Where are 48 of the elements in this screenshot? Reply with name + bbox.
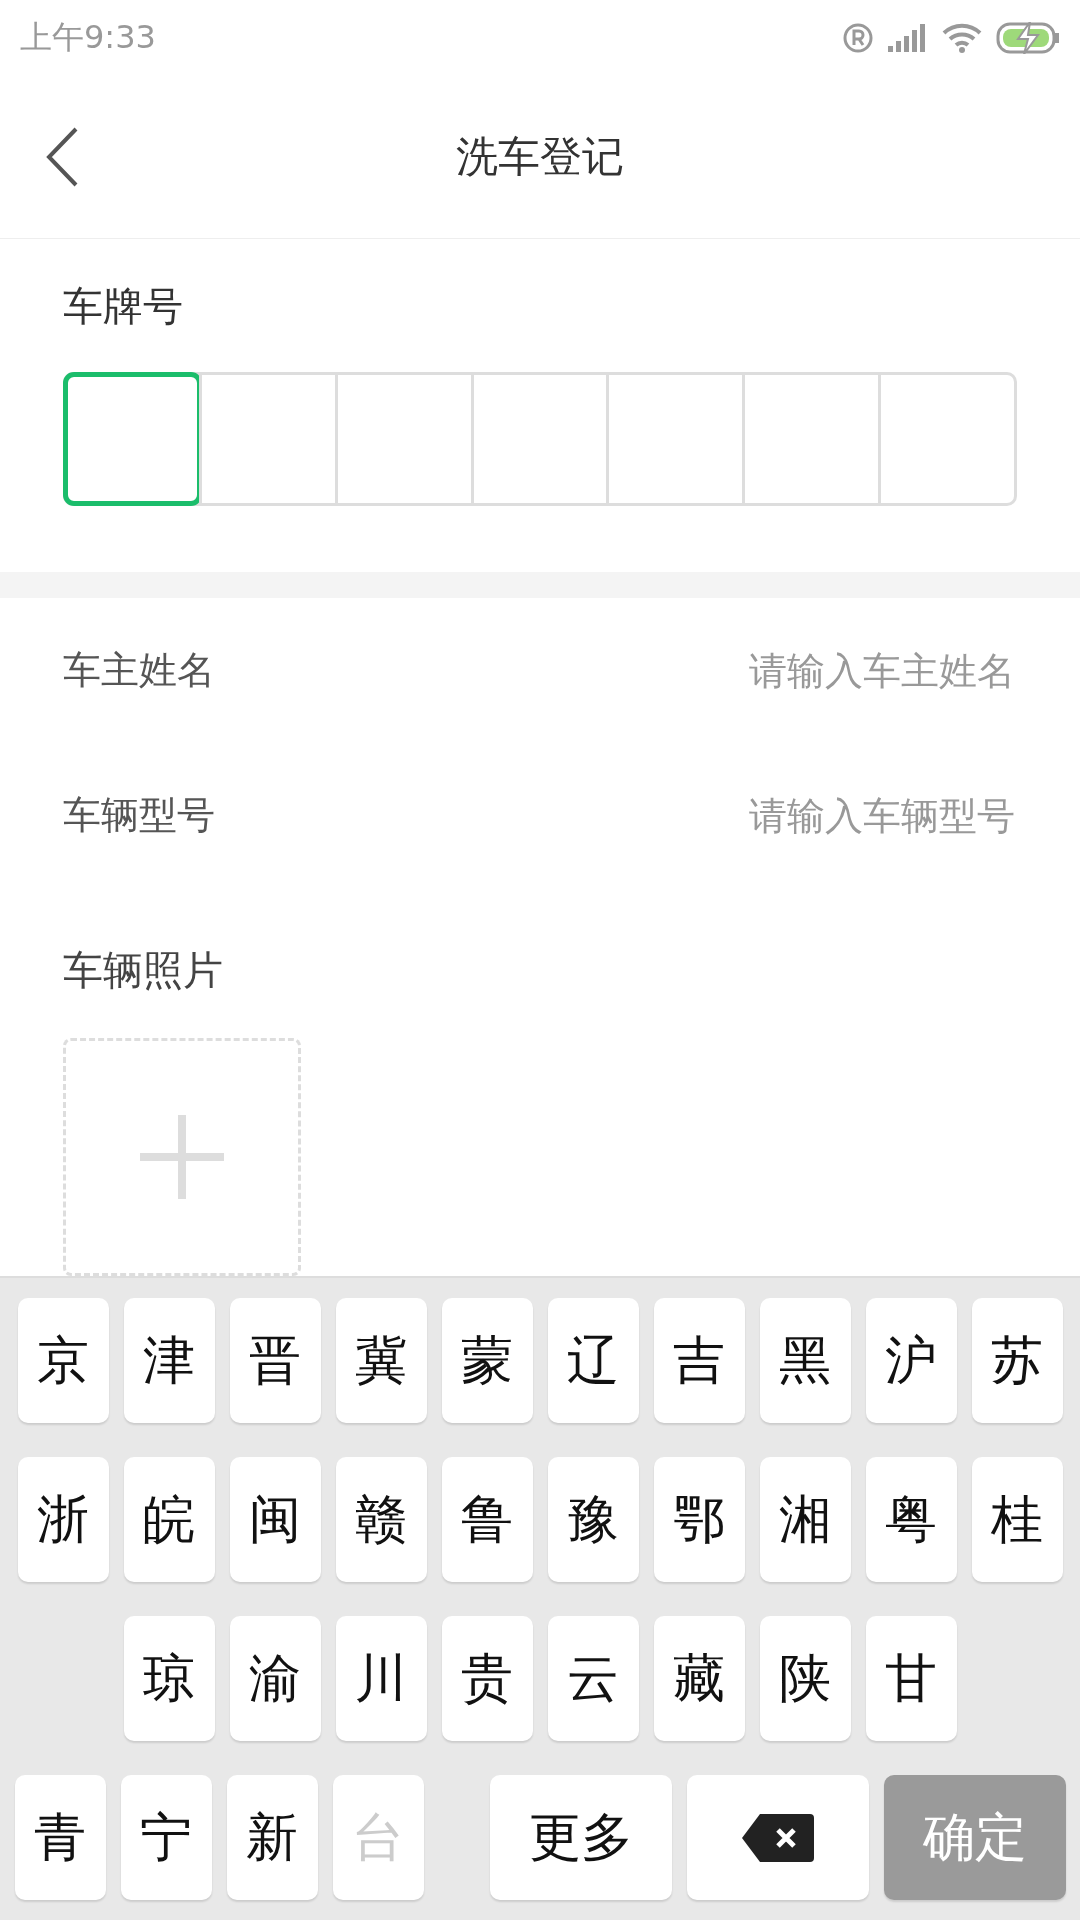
more-key[interactable]: 更多 — [489, 1775, 672, 1900]
key[interactable]: 蒙 — [441, 1298, 533, 1423]
key[interactable]: 新 — [226, 1775, 318, 1900]
delete-key[interactable] — [686, 1775, 869, 1900]
key[interactable]: 赣 — [335, 1457, 427, 1582]
key[interactable]: 藏 — [653, 1616, 745, 1741]
key[interactable]: 京 — [17, 1298, 109, 1423]
key[interactable]: 沪 — [865, 1298, 957, 1423]
page-title: 洗车登记 — [456, 130, 624, 183]
key[interactable]: 渝 — [229, 1616, 321, 1741]
photo-upload-button[interactable] — [63, 1038, 301, 1276]
field-label: 车辆型号 — [63, 792, 215, 840]
signal-icon — [888, 23, 928, 52]
key[interactable]: 鲁 — [441, 1457, 533, 1582]
field-label: 车主姓名 — [63, 647, 215, 695]
key[interactable]: 粤 — [865, 1457, 957, 1582]
key[interactable]: 苏 — [971, 1298, 1063, 1423]
key[interactable]: 皖 — [123, 1457, 215, 1582]
key[interactable]: 桂 — [971, 1457, 1063, 1582]
key[interactable]: 琼 — [123, 1616, 215, 1741]
key[interactable]: 豫 — [547, 1457, 639, 1582]
key[interactable]: 闽 — [229, 1457, 321, 1582]
photo-label: 车辆照片 — [63, 946, 224, 995]
key[interactable]: 宁 — [120, 1775, 212, 1900]
key[interactable]: 云 — [547, 1616, 639, 1741]
key[interactable]: 贵 — [441, 1616, 533, 1741]
key[interactable]: 晋 — [229, 1298, 321, 1423]
wifi-icon — [942, 22, 982, 53]
key[interactable]: 津 — [123, 1298, 215, 1423]
key[interactable]: 川 — [335, 1616, 427, 1741]
status-time: 上午9:33 — [20, 16, 156, 58]
key[interactable]: 鄂 — [653, 1457, 745, 1582]
plate-label: 车牌号 — [63, 282, 184, 331]
key[interactable]: 吉 — [653, 1298, 745, 1423]
key[interactable]: 陕 — [759, 1616, 851, 1741]
key[interactable]: 青 — [14, 1775, 106, 1900]
backspace-icon — [741, 1811, 814, 1864]
key[interactable]: 冀 — [335, 1298, 427, 1423]
key[interactable]: 浙 — [17, 1457, 109, 1582]
registered-icon — [842, 21, 874, 54]
key[interactable]: 湘 — [759, 1457, 851, 1582]
battery-charging-icon — [996, 21, 1060, 54]
key[interactable]: 黑 — [759, 1298, 851, 1423]
key[interactable]: 甘 — [865, 1616, 957, 1741]
plus-icon — [140, 1115, 224, 1199]
plate-cell[interactable] — [66, 375, 199, 503]
key[interactable]: 辽 — [547, 1298, 639, 1423]
plate-input[interactable] — [63, 372, 1017, 506]
